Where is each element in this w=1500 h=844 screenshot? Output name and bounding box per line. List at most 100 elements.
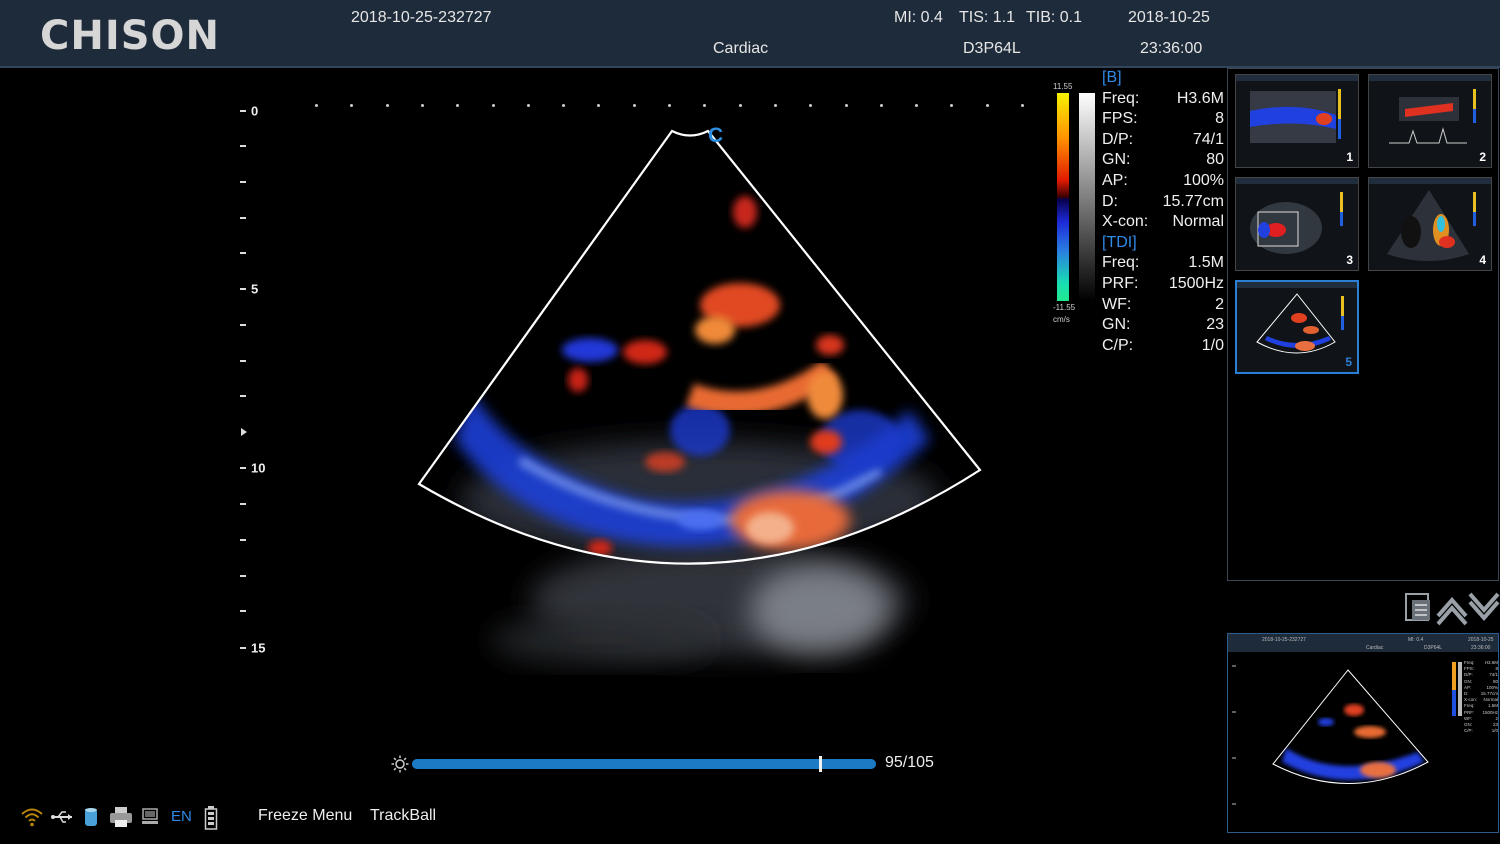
thumbnail-3[interactable]: 3: [1235, 177, 1359, 271]
page-list-icon[interactable]: [1405, 593, 1430, 621]
param-label: Freq:: [1102, 89, 1140, 107]
chison-logo: CHISON: [40, 13, 221, 59]
preview-exam-id: 2018-10-25-232727: [1262, 637, 1306, 643]
freeze-menu-button[interactable]: Freeze Menu: [258, 807, 352, 825]
preview-image: [1232, 662, 1462, 805]
param-value: 8: [1215, 110, 1224, 128]
ultrasound-image[interactable]: [0, 66, 1050, 686]
thumbnail-1[interactable]: 1: [1235, 74, 1359, 168]
param-row: C/P: 1/0: [1102, 336, 1224, 357]
exam-id: 2018-10-25-232727: [351, 9, 492, 26]
battery-icon: [204, 806, 218, 830]
preview-param-value: 8: [1495, 666, 1498, 672]
thumbnail-image: [1256, 293, 1344, 354]
preview-param-row: C/P: 1/0: [1464, 728, 1498, 734]
param-label: D:: [1102, 192, 1118, 210]
preview-param-label: C/P:: [1464, 728, 1473, 734]
preview-param-value: Normal: [1483, 697, 1498, 703]
preview-param-label: Freq:: [1464, 703, 1475, 709]
page-controls: [1405, 592, 1500, 626]
color-bar: [1057, 93, 1069, 301]
printer-icon[interactable]: [109, 806, 133, 828]
language-indicator[interactable]: EN: [171, 808, 192, 825]
preview-param-label: X-con:: [1464, 697, 1478, 703]
thumbnail-4[interactable]: 4: [1368, 177, 1492, 271]
preview-param-label: Freq:: [1464, 660, 1475, 665]
preview-param-label: D/P:: [1464, 672, 1473, 678]
preview-param-value: 80: [1492, 678, 1498, 684]
param-value: 1/0: [1201, 336, 1224, 354]
param-label: D/P:: [1102, 130, 1134, 148]
probe-name: D3P64L: [963, 40, 1021, 57]
preview-mi: MI: 0.4: [1408, 637, 1424, 643]
preview-param-label: PRF:: [1464, 709, 1475, 715]
param-label: GN:: [1102, 316, 1131, 334]
thumbnail-image: [1389, 89, 1476, 144]
thumbnail-number: 5: [1345, 355, 1352, 369]
preview-params: Freq: H3.6M FPS: 8 D/P: 74/1 GN: 80 AP: 100% D: 15.…: [1464, 660, 1498, 734]
preview-param-value: 1/0: [1491, 728, 1498, 734]
mi-value: MI: 0.4: [894, 9, 943, 26]
brightness-icon[interactable]: [391, 755, 409, 773]
page-down-icon[interactable]: [1468, 592, 1500, 622]
network-icon[interactable]: [141, 806, 159, 828]
header-bar: CHISON 2018-10-25-232727 Cardiac MI: 0.4…: [0, 0, 1500, 68]
param-row: X-con: Normal: [1102, 212, 1224, 233]
param-label: C/P:: [1102, 336, 1134, 354]
param-row: GN: 80: [1102, 150, 1224, 171]
cine-slider-track[interactable]: [412, 756, 876, 772]
param-value: 80: [1206, 151, 1224, 169]
preview-preset: Cardiac: [1366, 645, 1384, 651]
b-mode-section: [B]: [1102, 69, 1122, 86]
param-label: FPS:: [1102, 110, 1138, 128]
preview-probe: D3P64L: [1424, 645, 1443, 651]
param-label: AP:: [1102, 171, 1128, 189]
param-row: Freq: H3.6M: [1102, 89, 1224, 110]
gray-bar: [1079, 93, 1095, 301]
trackball-button[interactable]: TrackBall: [370, 807, 436, 825]
param-value: H3.6M: [1176, 89, 1224, 107]
param-row: GN: 23: [1102, 315, 1224, 336]
param-value: 74/1: [1192, 130, 1224, 148]
color-scale-max: 11.55: [1053, 82, 1073, 91]
param-label: PRF:: [1102, 274, 1139, 292]
preview-param-label: FPS:: [1464, 666, 1475, 672]
preview-param-label: GN:: [1464, 721, 1473, 727]
storage-icon[interactable]: [82, 806, 100, 828]
preview-param-value: 100%: [1486, 684, 1498, 690]
cine-frame-count: 95/105: [885, 754, 934, 771]
param-label: X-con:: [1102, 213, 1149, 231]
preview-param-value: 74/1: [1489, 672, 1498, 678]
thumbnail-5[interactable]: 5: [1235, 280, 1359, 374]
exam-date: 2018-10-25: [1128, 9, 1210, 26]
color-scale-min: -11.55: [1053, 303, 1076, 312]
thumbnail-2[interactable]: 2: [1368, 74, 1492, 168]
thumbnail-image: [1250, 89, 1341, 143]
status-bar: EN Freeze Menu TrackBall: [0, 798, 1227, 838]
param-row: D/P: 74/1: [1102, 130, 1224, 151]
wifi-icon[interactable]: [20, 806, 44, 828]
thumbnail-number: 4: [1479, 253, 1486, 267]
preview-param-value: H3.6M: [1484, 660, 1498, 665]
preview-param-value: 15.77cm: [1480, 690, 1498, 696]
param-row: WF: 2: [1102, 295, 1224, 316]
preview-param-label: D:: [1464, 690, 1469, 696]
thumbnail-image: [1387, 190, 1476, 261]
preview-param-value: 2: [1495, 715, 1498, 721]
param-row: PRF: 1500Hz: [1102, 274, 1224, 295]
cine-slider-handle[interactable]: [819, 756, 822, 772]
usb-icon[interactable]: [50, 806, 74, 828]
param-value: 15.77cm: [1162, 192, 1224, 210]
param-label: WF:: [1102, 295, 1132, 313]
preview-param-label: WF:: [1464, 715, 1473, 721]
thumbnail-number: 2: [1479, 150, 1486, 164]
page-up-icon[interactable]: [1436, 596, 1468, 626]
thumbnail-panel: 1 2 3 4 5: [1227, 68, 1499, 581]
preview-date: 2018-10-25: [1468, 637, 1494, 643]
thumbnail-number: 1: [1346, 150, 1353, 164]
preview-time: 23:36:00: [1471, 645, 1491, 651]
exam-preset: Cardiac: [713, 40, 769, 57]
param-row: Freq: 1.5M: [1102, 253, 1224, 274]
screen-preview[interactable]: 2018-10-25-232727 Cardiac MI: 0.4 D3P64L…: [1227, 633, 1499, 833]
preview-param-value: 23: [1492, 721, 1498, 727]
